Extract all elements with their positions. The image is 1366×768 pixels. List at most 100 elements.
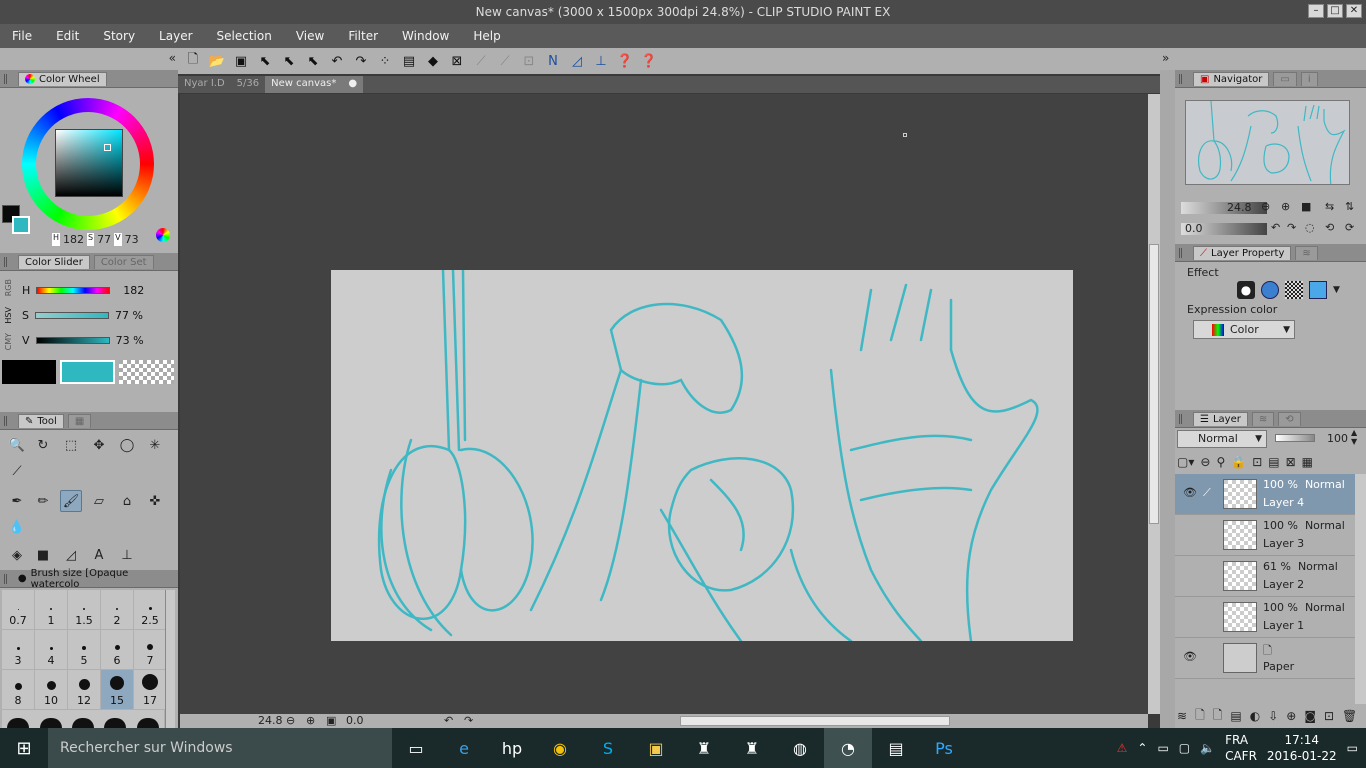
message-icon[interactable]: ▢ <box>1179 741 1190 755</box>
figure-tool-icon[interactable]: ◿ <box>60 544 82 566</box>
swatch-black[interactable] <box>2 360 56 384</box>
swatch-current[interactable] <box>60 360 115 384</box>
brush-size-scrollbar[interactable] <box>165 590 175 728</box>
clip-studio-icon[interactable]: ◔ <box>824 728 872 768</box>
layer-mask-icon[interactable]: ◙ <box>1304 709 1316 723</box>
navigator-preview[interactable] <box>1185 100 1350 185</box>
navigator-zoom-slider[interactable] <box>1181 202 1267 214</box>
opacity-slider[interactable] <box>1275 434 1315 442</box>
taskbar-search[interactable]: Rechercher sur Windows <box>48 728 392 768</box>
task-view-icon[interactable]: ▭ <box>392 728 440 768</box>
new-raster-layer-icon[interactable]: 🗋 <box>1195 706 1205 727</box>
mode-tab-hsv[interactable]: HSV <box>4 307 18 324</box>
collapse-left-icon[interactable]: « <box>169 51 176 65</box>
skype-icon[interactable]: S <box>584 728 632 768</box>
apply-mask-icon[interactable]: ⊡ <box>1324 709 1334 723</box>
tab-navigator[interactable]: ▣ Navigator <box>1193 71 1270 86</box>
brush-size-cell[interactable]: 0.7 <box>2 590 34 629</box>
balloon-tool-icon[interactable]: ⊥ <box>116 544 138 566</box>
saturation-value-square[interactable] <box>55 129 123 197</box>
photoshop-icon[interactable]: Ps <box>920 728 968 768</box>
nav-zoom-out-icon[interactable]: ⊖ <box>1261 200 1270 213</box>
brush-size-cell[interactable]: 8 <box>2 670 34 709</box>
panel-grip-icon[interactable] <box>1179 73 1189 84</box>
layer-menu-icon[interactable]: ▦ <box>1302 455 1313 469</box>
brush-size-cell[interactable]: 4 <box>35 630 67 669</box>
select-icon-3[interactable]: ⬉ <box>302 50 324 72</box>
tone-effect-icon[interactable] <box>1261 281 1279 299</box>
app-icon-1[interactable]: ♜ <box>680 728 728 768</box>
slider-s-bar[interactable] <box>34 311 109 319</box>
tab-subview[interactable]: ▭ <box>1273 71 1297 86</box>
action-center-icon[interactable]: ▭ <box>1347 741 1358 755</box>
slider-s-value[interactable]: 77 % <box>115 309 143 322</box>
brush-tool-icon[interactable]: 🖌 <box>60 490 82 512</box>
chevron-down-icon[interactable]: ▼ <box>1333 285 1340 295</box>
delete-layer-icon[interactable]: 🗑 <box>1342 709 1357 723</box>
redo-icon[interactable]: ↷ <box>350 50 372 72</box>
nav-reset-rotation-icon[interactable]: ◌ <box>1305 221 1315 234</box>
canvas-paper[interactable] <box>331 270 1073 641</box>
mode-tab-cmy[interactable]: CMY <box>4 333 18 350</box>
new-vector-layer-icon[interactable]: 🗋 <box>1213 706 1223 727</box>
lock-icon[interactable]: 🔒 <box>1231 455 1246 469</box>
expression-color-select[interactable]: Color ▼ <box>1193 320 1295 339</box>
rotation-value[interactable]: 0.0 <box>346 714 364 727</box>
brush-size-cell[interactable]: 3 <box>2 630 34 669</box>
tab-history[interactable]: ⟲ <box>1278 411 1301 426</box>
merge-down-icon[interactable]: ⊕ <box>1286 709 1296 723</box>
save-icon[interactable]: ▣ <box>230 50 252 72</box>
tab-tool[interactable]: ✎ Tool <box>18 413 64 428</box>
nav-flip-h-icon[interactable]: ⇆ <box>1325 200 1334 213</box>
ruler-icon-1[interactable]: N <box>542 50 564 72</box>
layer-row-paper[interactable]: 👁 🗋 Paper <box>1175 638 1355 679</box>
lock-transparency-icon[interactable]: ⊡ <box>1252 455 1262 469</box>
layer-color-swatch-icon[interactable]: ▢▾ <box>1177 455 1194 469</box>
slider-v-value[interactable]: 73 % <box>116 334 144 347</box>
slider-v-bar[interactable] <box>35 336 110 344</box>
close-tab-icon[interactable]: ● <box>348 78 357 91</box>
help-icon[interactable]: ❓ <box>614 50 636 72</box>
reference-icon[interactable]: ⚲ <box>1216 455 1225 469</box>
vscroll-thumb[interactable] <box>1149 244 1159 524</box>
brush-size-cell[interactable]: 1.5 <box>68 590 100 629</box>
undo-icon[interactable]: ↶ <box>326 50 348 72</box>
edge-icon[interactable]: e <box>440 728 488 768</box>
menu-story[interactable]: Story <box>91 24 147 48</box>
volume-icon[interactable]: 🔈 <box>1200 741 1215 755</box>
menu-file[interactable]: File <box>0 24 44 48</box>
minimize-button[interactable]: – <box>1308 4 1324 18</box>
tab-color-set[interactable]: Color Set <box>93 254 154 269</box>
tab-layer-search[interactable]: ≋ <box>1295 245 1318 260</box>
deselect-icon[interactable]: ▤ <box>398 50 420 72</box>
eye-icon[interactable]: 👁 <box>1183 650 1197 663</box>
transfer-down-icon[interactable]: ⇩ <box>1268 709 1278 723</box>
slider-row-h[interactable]: H 182 <box>22 283 144 297</box>
clip-icon[interactable]: ⊖ <box>1200 455 1210 469</box>
nav-fit-icon[interactable]: ■ <box>1301 200 1311 213</box>
menu-help[interactable]: Help <box>461 24 512 48</box>
rotate-tool-icon[interactable]: ↻ <box>32 434 54 456</box>
texture-effect-icon[interactable] <box>1285 281 1303 299</box>
panel-grip-icon[interactable] <box>1179 247 1189 258</box>
app-icon-3[interactable]: ◍ <box>776 728 824 768</box>
panel-grip-icon[interactable] <box>4 73 14 84</box>
blend-mode-select[interactable]: Normal ▼ <box>1177 430 1267 448</box>
new-folder-icon[interactable]: ▤ <box>1230 709 1241 723</box>
zoom-tool-icon[interactable]: 🔍 <box>6 434 28 456</box>
select-icon-1[interactable]: ⬉ <box>254 50 276 72</box>
select-icon-2[interactable]: ⬉ <box>278 50 300 72</box>
tab-info[interactable]: i <box>1300 71 1318 86</box>
layer-list-scrollbar[interactable] <box>1355 474 1366 704</box>
brush-size-cell[interactable]: 2.5 <box>134 590 166 629</box>
canvas-vertical-scrollbar[interactable] <box>1148 94 1160 714</box>
tab-layer[interactable]: ☰ Layer <box>1193 411 1248 426</box>
new-file-icon[interactable]: 🗋 <box>182 50 204 72</box>
swatch-transparent[interactable] <box>119 360 174 384</box>
menu-window[interactable]: Window <box>390 24 461 48</box>
eraser-tool-icon[interactable]: ▱ <box>88 490 110 512</box>
brush-size-cell[interactable]: 10 <box>35 670 67 709</box>
layer-row-layer-2[interactable]: 61 % Normal Layer 2 <box>1175 556 1355 597</box>
brush-size-cell[interactable]: 7 <box>134 630 166 669</box>
panel-grip-icon[interactable] <box>4 573 14 584</box>
